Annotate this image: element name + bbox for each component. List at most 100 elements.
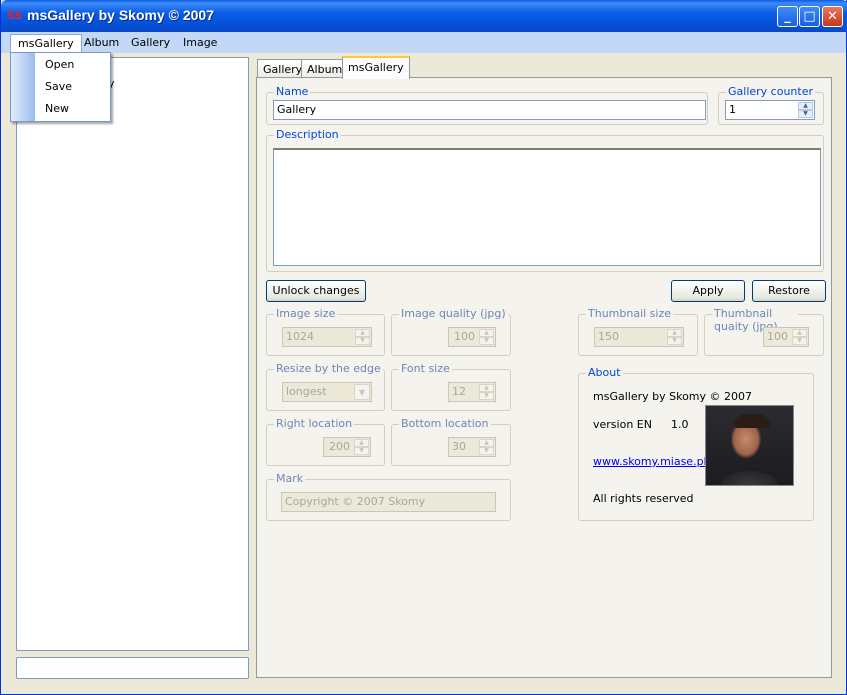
close-icon: ✕ xyxy=(827,9,838,24)
window-title: msGallery by Skomy © 2007 xyxy=(27,7,214,23)
spin-down-icon[interactable]: ▼ xyxy=(479,337,494,345)
description-textarea[interactable] xyxy=(273,148,821,266)
maximize-icon: □ xyxy=(803,9,816,24)
spin-down-icon[interactable]: ▼ xyxy=(667,337,682,345)
about-website-link[interactable]: www.skomy.miase.pl xyxy=(593,455,707,468)
thumbnail-quality-stepper[interactable]: 100 ▲ ▼ xyxy=(763,327,809,347)
gallery-counter-group: Gallery counter 1 ▲ ▼ xyxy=(718,85,824,125)
menu-icon-strip xyxy=(11,53,35,121)
image-size-group: Image size 1024 ▲ ▼ xyxy=(266,307,385,356)
right-location-stepper[interactable]: 200 ▲ ▼ xyxy=(323,437,371,457)
apply-button[interactable]: Apply xyxy=(671,280,745,302)
image-size-value: 1024 xyxy=(286,330,314,343)
menu-gallery[interactable]: Gallery xyxy=(124,34,177,52)
gallery-counter-spin[interactable]: ▲ ▼ xyxy=(798,102,813,118)
bottom-location-group: Bottom location 30 ▲ ▼ xyxy=(391,417,511,466)
spin-down-icon[interactable]: ▼ xyxy=(792,337,807,345)
spin-up-icon[interactable]: ▲ xyxy=(792,329,807,337)
menu-item-open[interactable]: Open xyxy=(45,58,74,71)
menu-item-save[interactable]: Save xyxy=(45,80,72,93)
font-size-group: Font size 12 ▲ ▼ xyxy=(391,362,511,411)
thumbnail-size-label: Thumbnail size xyxy=(586,307,674,321)
main-window: SS msGallery by Skomy © 2007 _ □ ✕ msGal… xyxy=(0,0,847,695)
about-version-value: 1.0 xyxy=(671,418,689,431)
chevron-down-icon[interactable]: ▼ xyxy=(354,384,370,400)
menu-msgallery[interactable]: msGallery xyxy=(10,34,82,52)
about-group: About msGallery by Skomy © 2007 version … xyxy=(578,366,814,521)
gallery-counter-value: 1 xyxy=(729,103,736,116)
thumbnail-size-stepper[interactable]: 150 ▲ ▼ xyxy=(594,327,684,347)
menu-image[interactable]: Image xyxy=(176,34,224,52)
gallery-counter-stepper[interactable]: 1 ▲ ▼ xyxy=(725,100,815,120)
close-button[interactable]: ✕ xyxy=(822,6,843,27)
gallery-counter-label: Gallery counter xyxy=(726,85,815,99)
resize-edge-select[interactable]: longest ▼ xyxy=(282,382,372,402)
app-icon: SS xyxy=(7,9,23,22)
tree-view[interactable]: y xyxy=(16,57,249,651)
image-quality-value: 100 xyxy=(454,330,475,343)
menu-album[interactable]: Album xyxy=(77,34,126,52)
bottom-location-value: 30 xyxy=(452,440,466,453)
spin-down-icon[interactable]: ▼ xyxy=(479,447,494,455)
spin-up-icon[interactable]: ▲ xyxy=(479,329,494,337)
spin-up-icon[interactable]: ▲ xyxy=(354,439,369,447)
msgallery-dropdown-menu: Open Save New xyxy=(10,52,111,122)
spin-up-icon[interactable]: ▲ xyxy=(479,439,494,447)
spin-down-icon[interactable]: ▼ xyxy=(355,337,370,345)
menu-item-new[interactable]: New xyxy=(45,102,69,115)
image-quality-label: Image quality (jpg) xyxy=(399,307,508,321)
thumbnail-size-value: 150 xyxy=(598,330,619,343)
title-bar[interactable]: SS msGallery by Skomy © 2007 _ □ ✕ xyxy=(1,0,847,32)
bottom-location-label: Bottom location xyxy=(399,417,491,431)
thumbnail-quality-spin[interactable]: ▲ ▼ xyxy=(792,329,807,345)
image-size-label: Image size xyxy=(274,307,338,321)
spin-up-icon[interactable]: ▲ xyxy=(798,102,813,110)
left-status-box[interactable] xyxy=(16,657,249,679)
spin-up-icon[interactable]: ▲ xyxy=(355,329,370,337)
menu-bar: msGallery Album Gallery Image xyxy=(1,32,846,53)
thumbnail-quality-value: 100 xyxy=(767,330,788,343)
image-quality-group: Image quality (jpg) 100 ▲ ▼ xyxy=(391,307,511,356)
thumbnail-size-spin[interactable]: ▲ ▼ xyxy=(667,329,682,345)
font-size-label: Font size xyxy=(399,362,452,376)
tab-msgallery[interactable]: msGallery xyxy=(342,56,410,79)
image-size-stepper[interactable]: 1024 ▲ ▼ xyxy=(282,327,372,347)
spin-down-icon[interactable]: ▼ xyxy=(354,447,369,455)
restore-button[interactable]: Restore xyxy=(752,280,826,302)
photo-detail xyxy=(734,414,770,428)
right-location-label: Right location xyxy=(274,417,355,431)
about-rights: All rights reserved xyxy=(593,492,694,505)
spin-up-icon[interactable]: ▲ xyxy=(667,329,682,337)
right-location-group: Right location 200 ▲ ▼ xyxy=(266,417,385,466)
name-input[interactable]: Gallery xyxy=(273,100,706,120)
mark-input[interactable]: Copyright © 2007 Skomy xyxy=(281,492,496,512)
right-location-spin[interactable]: ▲ ▼ xyxy=(354,439,369,455)
thumbnail-size-group: Thumbnail size 150 ▲ ▼ xyxy=(578,307,698,356)
spin-down-icon[interactable]: ▼ xyxy=(798,110,813,118)
about-label: About xyxy=(586,366,623,380)
spin-down-icon[interactable]: ▼ xyxy=(479,392,494,400)
image-quality-spin[interactable]: ▲ ▼ xyxy=(479,329,494,345)
image-size-spin[interactable]: ▲ ▼ xyxy=(355,329,370,345)
author-photo xyxy=(705,405,794,486)
thumbnail-quality-group: Thumbnail quaity (jpg) 100 ▲ ▼ xyxy=(704,307,824,356)
bottom-location-spin[interactable]: ▲ ▼ xyxy=(479,439,494,455)
mark-label: Mark xyxy=(274,472,306,486)
description-label: Description xyxy=(274,128,341,142)
maximize-button[interactable]: □ xyxy=(799,6,820,27)
font-size-stepper[interactable]: 12 ▲ ▼ xyxy=(448,382,496,402)
name-label: Name xyxy=(274,85,311,99)
unlock-changes-button[interactable]: Unlock changes xyxy=(266,280,366,302)
font-size-value: 12 xyxy=(452,385,466,398)
msgallery-tab-page: Name Gallery Gallery counter 1 ▲ ▼ Descri… xyxy=(256,77,832,678)
about-app-name: msGallery by Skomy © 2007 xyxy=(593,390,753,403)
font-size-spin[interactable]: ▲ ▼ xyxy=(479,384,494,400)
right-location-value: 200 xyxy=(329,440,350,453)
image-quality-stepper[interactable]: 100 ▲ ▼ xyxy=(448,327,496,347)
spin-up-icon[interactable]: ▲ xyxy=(479,384,494,392)
minimize-icon: _ xyxy=(784,9,791,24)
bottom-location-stepper[interactable]: 30 ▲ ▼ xyxy=(448,437,496,457)
about-version-label: version EN xyxy=(593,418,652,431)
resize-edge-group: Resize by the edge longest ▼ xyxy=(266,362,385,411)
minimize-button[interactable]: _ xyxy=(777,6,798,27)
